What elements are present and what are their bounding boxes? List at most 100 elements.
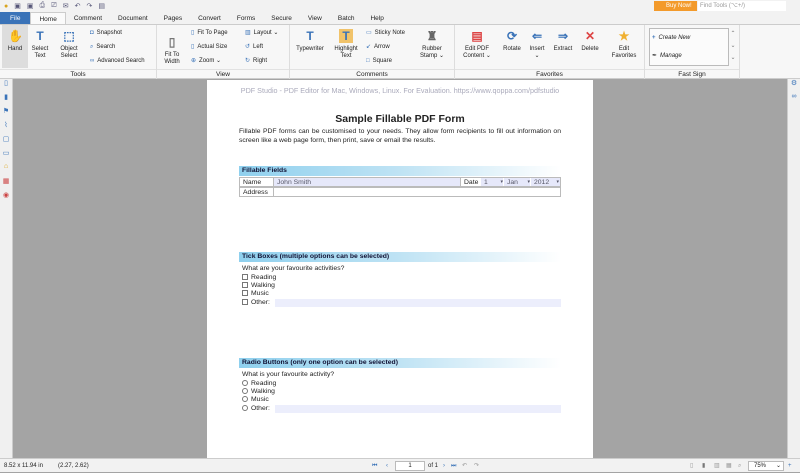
radio-reading[interactable]: Reading (242, 380, 276, 388)
radio-other[interactable]: Other: (242, 405, 270, 413)
destinations-icon[interactable]: ◉ (0, 191, 12, 205)
back-view-icon[interactable]: ↶ (462, 459, 467, 473)
address-field[interactable] (274, 188, 560, 196)
bookmarks-icon[interactable]: ▮ (0, 93, 12, 107)
layers-icon[interactable]: ▢ (0, 135, 12, 149)
save-icon[interactable]: ▣ (14, 2, 21, 10)
insert-button[interactable]: ⇐ Insert ⌄ (524, 29, 550, 60)
properties-icon[interactable]: ▤ (98, 2, 105, 10)
fields-icon[interactable]: ▦ (0, 177, 12, 191)
edit-favorites-button[interactable]: ★ Edit Favorites (608, 29, 640, 60)
checkbox-walking[interactable]: Walking (242, 282, 275, 290)
tab-help[interactable]: Help (362, 12, 391, 24)
object-select-button[interactable]: ⬚ Object Select (56, 29, 82, 60)
group-comments: T Typewriter T Highlight Text ▭ Sticky Note … (290, 25, 455, 79)
create-new-signature[interactable]: + Create New (652, 34, 690, 42)
snapshot-button[interactable]: ◘ Snapshot (90, 29, 122, 37)
text-cursor-icon: T (36, 29, 44, 43)
tab-home[interactable]: Home (30, 12, 66, 24)
manage-signatures[interactable]: ✒ Manage (652, 52, 682, 60)
group-label: View (157, 69, 289, 79)
tab-pages[interactable]: Pages (156, 12, 190, 24)
tab-batch[interactable]: Batch (330, 12, 363, 24)
tab-forms[interactable]: Forms (229, 12, 263, 24)
rotate-right-button[interactable]: ↻ Right (245, 57, 267, 65)
tab-convert[interactable]: Convert (190, 12, 229, 24)
buy-now-button[interactable]: Buy Now! (654, 1, 697, 11)
label: Search (96, 44, 116, 50)
radio-music[interactable]: Music (242, 396, 269, 404)
label: Favorites (611, 53, 637, 59)
checkbox-reading[interactable]: Reading (242, 274, 276, 282)
email-icon[interactable]: ✉ (63, 2, 69, 10)
fit-to-width-button[interactable]: ▯ Fit To Width (159, 35, 185, 66)
scan-icon[interactable]: ⎚ (51, 2, 57, 10)
checkbox-other[interactable]: Other: (242, 299, 270, 307)
pages-icon[interactable]: ▯ (0, 79, 12, 93)
month-value: Jan (507, 179, 518, 186)
select-text-button[interactable]: T Select Text (27, 29, 53, 60)
signatures-icon[interactable]: ⌂ (0, 163, 12, 177)
fast-sign-scroll[interactable]: ⌃ ⌄ ⌄ (729, 28, 737, 66)
zoom-dropdown[interactable]: ⊕ Zoom ⌄ (191, 57, 221, 65)
facing-continuous-icon[interactable]: ▦ (726, 459, 732, 473)
stamp-icon: ♜ (426, 29, 438, 43)
link-panel-icon[interactable]: ∞ (788, 93, 800, 100)
name-field[interactable]: John Smith (274, 178, 460, 186)
fit-to-page-button[interactable]: ▯ Fit To Page (191, 29, 228, 37)
undo-icon[interactable]: ↶ (75, 2, 81, 10)
extract-button[interactable]: ⇒ Extract (550, 29, 576, 53)
page-number-input[interactable]: 1 (395, 461, 425, 471)
find-tools-input[interactable]: Find Tools (⌥+/) (698, 1, 786, 11)
outline-icon[interactable]: ⚑ (0, 107, 12, 121)
edit-pdf-content-button[interactable]: ▤ Edit PDF Content ⌄ (459, 29, 495, 60)
insert-page-icon: ⇐ (531, 29, 543, 43)
radio-walking[interactable]: Walking (242, 388, 275, 396)
square-button[interactable]: □ Square (366, 57, 392, 65)
tab-document[interactable]: Document (110, 12, 156, 24)
facing-icon[interactable]: ▥ (714, 459, 720, 473)
tab-view[interactable]: View (300, 12, 330, 24)
tab-file[interactable]: File (0, 12, 31, 24)
ribbon: ✋ Hand T Select Text ⬚ Object Select ◘ Snapsho… (0, 25, 800, 79)
zoom-tool-icon[interactable]: ⌕ (738, 459, 741, 473)
actual-size-button[interactable]: ▯ Actual Size (191, 43, 227, 51)
redo-icon[interactable]: ↷ (86, 2, 92, 10)
arrow-button[interactable]: ↙ Arrow (366, 43, 390, 51)
rotate-left-button[interactable]: ↺ Left (245, 43, 263, 51)
next-page-icon[interactable]: › (443, 459, 445, 473)
day-select[interactable]: 1 ▾ (481, 178, 503, 186)
other-activities-field[interactable] (275, 299, 561, 307)
checkbox-music[interactable]: Music (242, 290, 269, 298)
sticky-note-button[interactable]: ▭ Sticky Note (366, 29, 405, 37)
search-button[interactable]: ⌕ Search (90, 43, 115, 51)
prev-page-icon[interactable]: ‹ (386, 459, 388, 473)
zoom-in-icon[interactable]: + (788, 459, 792, 473)
layout-icon: ▥ (245, 30, 251, 36)
year-select[interactable]: 2012 ▾ (531, 178, 560, 186)
typewriter-button[interactable]: T Typewriter (292, 29, 328, 53)
rotate-button[interactable]: ⟳ Rotate (499, 29, 525, 53)
label: Snapshot (96, 30, 122, 36)
first-page-icon[interactable]: ⏮ (372, 459, 377, 473)
last-page-icon[interactable]: ⏭ (451, 459, 456, 473)
highlight-text-button[interactable]: T Highlight Text (330, 29, 362, 60)
continuous-icon[interactable]: ▮ (702, 459, 705, 473)
tab-comment[interactable]: Comment (66, 12, 110, 24)
rubber-stamp-button[interactable]: ♜ Rubber Stamp ⌄ (417, 29, 447, 60)
month-select[interactable]: Jan ▾ (504, 178, 530, 186)
advanced-search-button[interactable]: ∞ Advanced Search (90, 57, 145, 65)
attachments-icon[interactable]: ⌇ (0, 121, 12, 135)
save-as-icon[interactable]: ▣ (27, 2, 34, 10)
properties-panel-icon[interactable]: ⚙ (788, 79, 800, 93)
tab-secure[interactable]: Secure (263, 12, 300, 24)
zoom-select[interactable]: 75% ⌄ (748, 461, 784, 471)
forward-view-icon[interactable]: ↷ (474, 459, 479, 473)
delete-button[interactable]: ✕ Delete (577, 29, 603, 53)
layout-dropdown[interactable]: ▥ Layout ⌄ (245, 29, 278, 37)
comments-panel-icon[interactable]: ▭ (0, 149, 12, 163)
single-page-icon[interactable]: ▯ (690, 459, 693, 473)
hand-button[interactable]: ✋ Hand (2, 25, 28, 68)
other-activity-field[interactable] (275, 405, 561, 413)
print-icon[interactable]: ⎙ (39, 2, 45, 10)
